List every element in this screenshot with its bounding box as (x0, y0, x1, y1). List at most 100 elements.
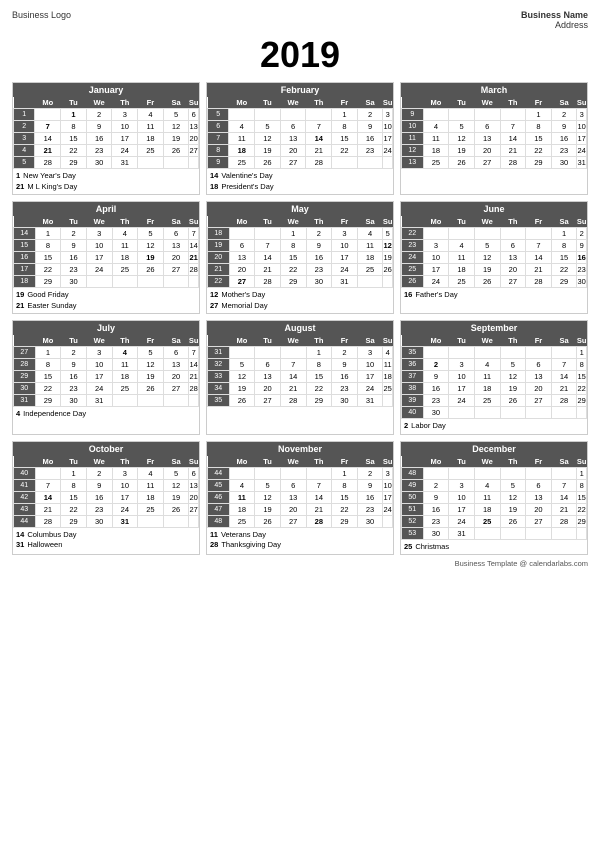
day-cell: 16 (86, 491, 112, 503)
day-cell: 21 (306, 503, 332, 515)
day-cell: 25 (138, 145, 164, 157)
day-cell (255, 228, 281, 240)
month-block-april: AprilMoTuWeThFrSaSu141234567158910111213… (12, 201, 200, 314)
day-cell: 17 (357, 371, 383, 383)
col-header: Su (577, 216, 587, 228)
day-cell: 14 (551, 371, 577, 383)
col-header: We (86, 97, 112, 109)
day-cell: 25 (112, 383, 138, 395)
day-cell: 21 (280, 383, 306, 395)
day-cell: 25 (383, 383, 393, 395)
day-cell: 40 (14, 467, 36, 479)
day-cell (474, 527, 500, 539)
day-cell: 1 (577, 347, 587, 359)
day-cell: 2 (61, 228, 87, 240)
holiday-day: 14 (16, 530, 24, 539)
table-row: 2624252627282930 (402, 276, 587, 288)
day-cell: 29 (332, 515, 358, 527)
day-cell: 22 (306, 383, 332, 395)
day-cell: 11 (357, 240, 383, 252)
day-cell: 10 (112, 121, 138, 133)
table-row: 2517181920212223 (402, 264, 587, 276)
day-cell: 1 (526, 109, 552, 121)
day-cell: 21 (551, 383, 577, 395)
day-cell: 9 (332, 359, 358, 371)
day-cell: 8 (61, 121, 87, 133)
month-table-may: MoTuWeThFrSaSu18123451967891011122013141… (207, 216, 393, 288)
day-cell: 12 (500, 491, 526, 503)
day-cell: 23 (86, 145, 112, 157)
day-cell: 24 (112, 503, 138, 515)
day-cell: 20 (474, 145, 500, 157)
holidays-section: 4Independence Day (13, 407, 199, 422)
day-cell: 20 (229, 264, 255, 276)
day-cell (86, 276, 112, 288)
holiday-name: Halloween (27, 540, 62, 549)
day-cell (500, 467, 526, 479)
day-cell: 29 (280, 276, 306, 288)
col-header: Su (383, 456, 393, 468)
day-cell: 1 (35, 347, 61, 359)
day-cell: 12 (255, 133, 281, 145)
day-cell: 48 (402, 467, 424, 479)
day-cell: 37 (402, 371, 424, 383)
holiday-day: 31 (16, 540, 24, 549)
day-cell: 27 (474, 157, 500, 169)
col-header: Tu (61, 456, 87, 468)
day-cell (138, 515, 164, 527)
day-cell: 31 (86, 395, 112, 407)
holiday-day: 27 (210, 301, 218, 310)
day-cell: 5 (14, 157, 35, 169)
day-cell: 2 (86, 109, 112, 121)
table-row: MoTuWeThFrSaSu (402, 335, 587, 347)
day-cell: 7 (551, 479, 577, 491)
day-cell: 24 (332, 264, 358, 276)
col-header (402, 335, 424, 347)
day-cell: 20 (526, 383, 552, 395)
day-cell: 26 (229, 395, 255, 407)
day-cell: 10 (383, 479, 393, 491)
col-header: Mo (35, 456, 61, 468)
day-cell: 26 (474, 276, 500, 288)
day-cell: 1 (577, 467, 587, 479)
col-header: Su (383, 335, 393, 347)
day-cell: 14 (551, 491, 577, 503)
day-cell: 26 (255, 515, 281, 527)
day-cell: 27 (280, 157, 306, 169)
day-cell: 10 (423, 252, 449, 264)
day-cell (306, 467, 332, 479)
day-cell (423, 228, 449, 240)
day-cell: 15 (61, 491, 87, 503)
table-row: 314151617181920 (14, 133, 199, 145)
col-header: Fr (332, 97, 358, 109)
day-cell: 14 (35, 133, 61, 145)
day-cell: 29 (14, 371, 36, 383)
day-cell: 10 (332, 240, 358, 252)
table-row: 421222324252627 (14, 145, 199, 157)
table-row: 3923242526272829 (402, 395, 587, 407)
col-header: Mo (229, 456, 255, 468)
day-cell (500, 407, 526, 419)
month-header-april: April (13, 202, 199, 216)
table-row: 711121314151617 (208, 133, 393, 145)
table-row: 4428293031 (14, 515, 199, 527)
day-cell: 38 (402, 383, 424, 395)
day-cell: 6 (208, 121, 229, 133)
col-header: Mo (229, 97, 255, 109)
day-cell: 3 (383, 109, 393, 121)
month-header-november: November (207, 442, 393, 456)
day-cell: 20 (189, 491, 199, 503)
month-table-december: MoTuWeThFrSaSu48149234567850910111213141… (401, 456, 587, 540)
holiday-day: 2 (404, 421, 408, 430)
day-cell: 30 (86, 157, 112, 169)
table-row: 5123 (208, 109, 393, 121)
day-cell: 21 (189, 252, 199, 264)
day-cell: 52 (402, 515, 424, 527)
col-header: We (474, 456, 500, 468)
table-row: 2212 (402, 228, 587, 240)
col-header (14, 97, 35, 109)
col-header: Su (189, 456, 199, 468)
holiday-day: 11 (210, 530, 218, 539)
day-cell (551, 527, 577, 539)
col-header: Fr (138, 335, 164, 347)
